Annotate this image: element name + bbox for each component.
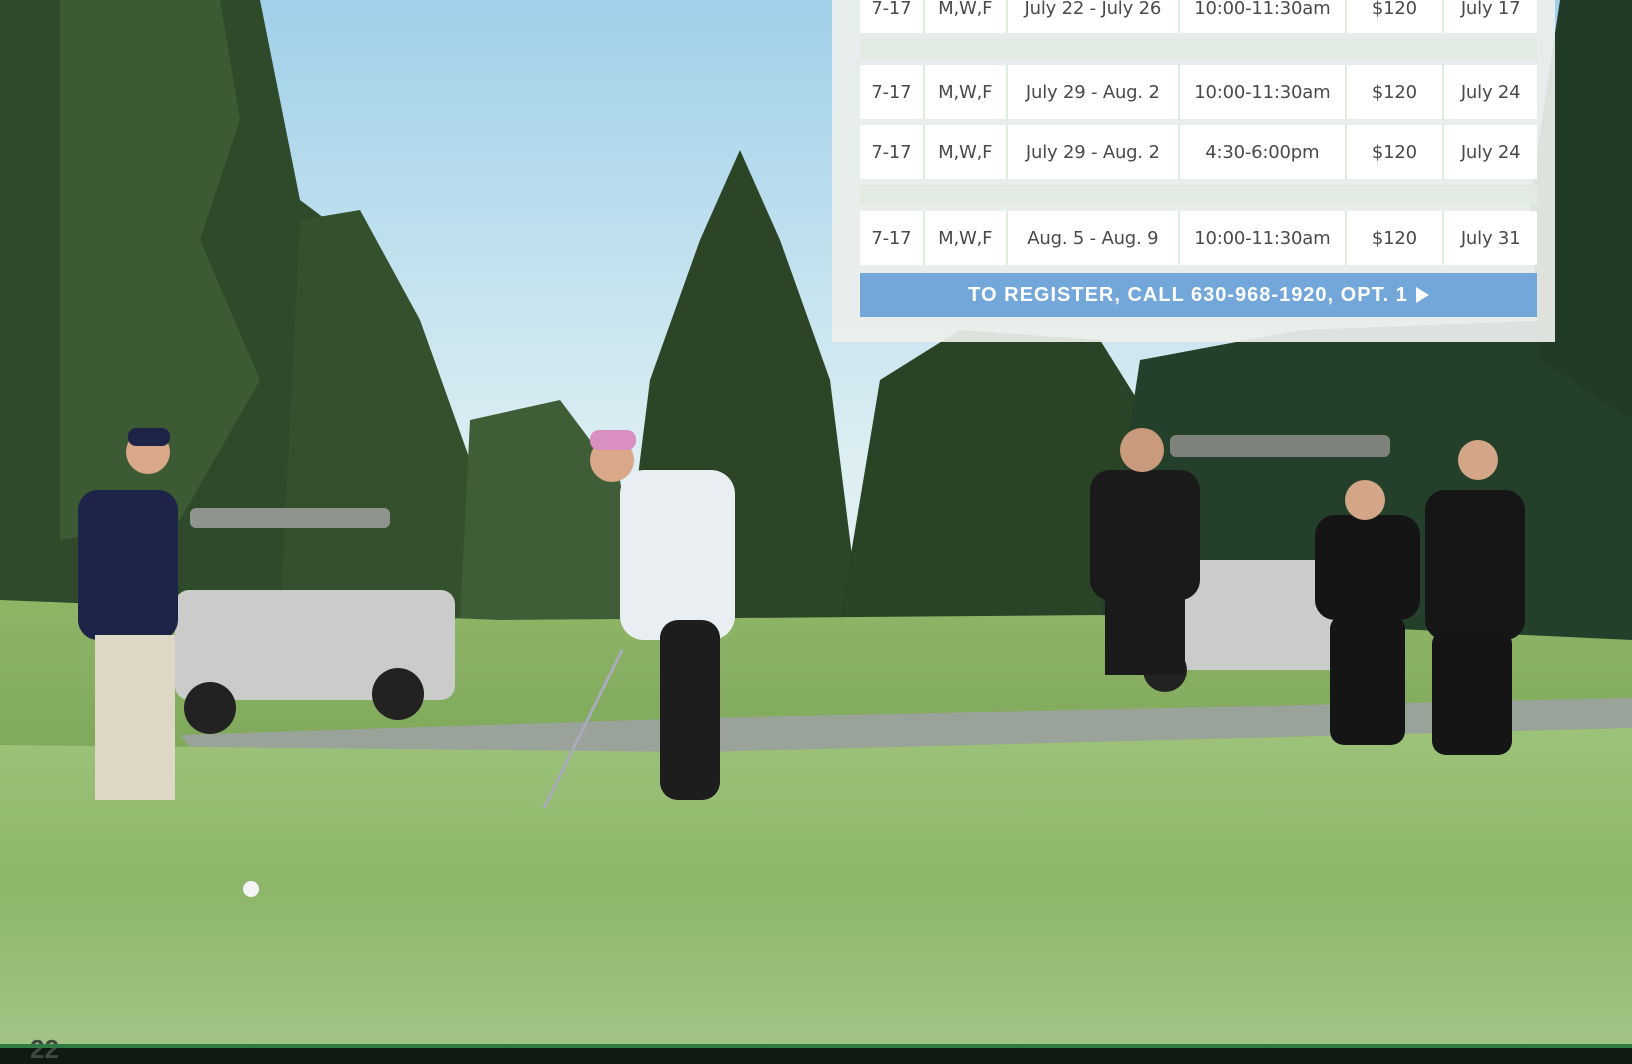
time-cell: 4:30-6:00pm — [1180, 125, 1345, 179]
row-divider — [860, 39, 1537, 59]
deadline-cell: July 31 — [1444, 211, 1537, 265]
schedule-table: 7-17 M,W,F July 22 - July 26 10:00-11:30… — [860, 0, 1537, 271]
age-cell: 7-17 — [860, 65, 923, 119]
register-label: TO REGISTER, CALL 630-968-1920, OPT. 1 — [968, 283, 1408, 306]
fee-cell: $120 — [1346, 125, 1443, 179]
table-row: 7-17 M,W,F Aug. 5 - Aug. 9 10:00-11:30am… — [860, 211, 1537, 265]
table-row: 7-17 M,W,F July 22 - July 26 10:00-11:30… — [860, 0, 1537, 33]
dates-cell: July 29 - Aug. 2 — [1007, 65, 1179, 119]
deadline-cell: July 24 — [1444, 65, 1537, 119]
table-row: 7-17 M,W,F July 29 - Aug. 2 4:30-6:00pm … — [860, 125, 1537, 179]
page-number: 22 — [30, 1034, 59, 1064]
fee-cell: $120 — [1346, 65, 1443, 119]
schedule-panel: 7-17 M,W,F July 22 - July 26 10:00-11:30… — [832, 0, 1555, 342]
time-cell: 10:00-11:30am — [1180, 211, 1345, 265]
days-cell: M,W,F — [924, 211, 1006, 265]
age-cell: 7-17 — [860, 0, 923, 33]
time-cell: 10:00-11:30am — [1180, 0, 1345, 33]
dates-cell: Aug. 5 - Aug. 9 — [1007, 211, 1179, 265]
dates-cell: July 22 - July 26 — [1007, 0, 1179, 33]
time-cell: 10:00-11:30am — [1180, 65, 1345, 119]
days-cell: M,W,F — [924, 65, 1006, 119]
deadline-cell: July 17 — [1444, 0, 1537, 33]
age-cell: 7-17 — [860, 125, 923, 179]
row-divider — [860, 185, 1537, 205]
table-row: 7-17 M,W,F July 29 - Aug. 2 10:00-11:30a… — [860, 65, 1537, 119]
fee-cell: $120 — [1346, 0, 1443, 33]
days-cell: M,W,F — [924, 125, 1006, 179]
dates-cell: July 29 - Aug. 2 — [1007, 125, 1179, 179]
footer-rule — [0, 1044, 1632, 1048]
play-arrow-icon — [1415, 287, 1429, 303]
age-cell: 7-17 — [860, 211, 923, 265]
fee-cell: $120 — [1346, 211, 1443, 265]
days-cell: M,W,F — [924, 0, 1006, 33]
register-banner[interactable]: TO REGISTER, CALL 630-968-1920, OPT. 1 — [860, 273, 1537, 317]
deadline-cell: July 24 — [1444, 125, 1537, 179]
